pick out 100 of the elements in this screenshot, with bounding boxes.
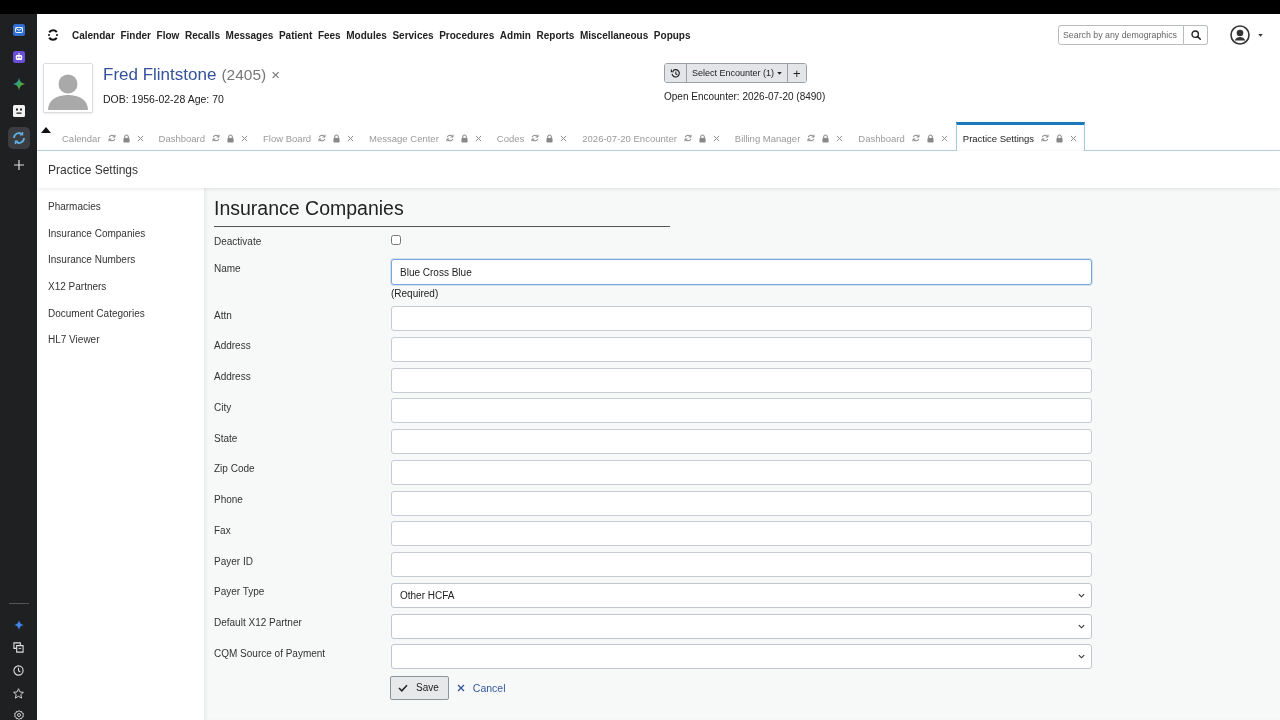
- close-icon[interactable]: [836, 134, 844, 142]
- robot-icon[interactable]: [12, 51, 25, 63]
- text-field[interactable]: [391, 306, 1092, 331]
- refresh-icon[interactable]: [683, 134, 692, 142]
- menu-item[interactable]: Reports: [536, 29, 575, 41]
- refresh-icon[interactable]: [445, 134, 454, 142]
- search-button[interactable]: [1184, 25, 1208, 45]
- nav-link[interactable]: Document Categories: [48, 306, 145, 320]
- close-icon[interactable]: [474, 134, 482, 142]
- plus-icon[interactable]: [13, 160, 24, 170]
- add-encounter-button[interactable]: +: [787, 64, 806, 82]
- menu-item[interactable]: Fees: [317, 29, 341, 41]
- text-field[interactable]: [391, 490, 1092, 516]
- menu-item[interactable]: Messages: [225, 29, 274, 41]
- close-icon[interactable]: [1070, 134, 1078, 142]
- lock-icon[interactable]: [546, 133, 554, 143]
- user-avatar-icon[interactable]: [1230, 25, 1250, 45]
- lock-icon[interactable]: [333, 133, 341, 143]
- lock-icon[interactable]: [1056, 133, 1064, 143]
- window-icon[interactable]: [13, 642, 24, 653]
- field-label: Fax: [214, 523, 231, 537]
- menu-item[interactable]: Procedures: [439, 29, 495, 41]
- close-icon[interactable]: [712, 134, 720, 142]
- text-field[interactable]: [391, 429, 1092, 454]
- tile-icon[interactable]: [12, 105, 25, 117]
- nav-link[interactable]: Insurance Companies: [48, 226, 146, 241]
- field-label: Attn: [214, 308, 232, 322]
- refresh-icon[interactable]: [107, 134, 116, 142]
- close-icon[interactable]: [136, 134, 144, 142]
- field-label: Address: [214, 370, 251, 383]
- check-icon: [398, 683, 408, 692]
- nav-link[interactable]: Insurance Numbers: [48, 253, 136, 267]
- refresh-icon[interactable]: [212, 134, 221, 142]
- sparkle-icon[interactable]: [12, 78, 25, 90]
- search-field[interactable]: Search by any demographics: [1058, 25, 1184, 45]
- text-field[interactable]: [391, 521, 1092, 547]
- menu-item[interactable]: Calendar: [72, 29, 115, 41]
- lock-icon[interactable]: [460, 133, 468, 143]
- lock-icon[interactable]: [122, 133, 130, 143]
- nav-link[interactable]: X12 Partners: [48, 280, 107, 294]
- tab[interactable]: Practice Settings: [955, 122, 1086, 151]
- page-title: Practice Settings: [48, 162, 139, 177]
- menu-item[interactable]: Miscellaneous: [579, 29, 649, 41]
- refresh-icon[interactable]: [807, 134, 816, 142]
- chevron-down-icon: [1078, 654, 1085, 660]
- menu-item[interactable]: Finder: [120, 29, 151, 41]
- mail-icon[interactable]: [12, 24, 25, 36]
- refresh-icon[interactable]: [531, 134, 540, 142]
- history-icon: [670, 67, 681, 79]
- menu-item[interactable]: Patient: [278, 29, 313, 41]
- lock-icon[interactable]: [822, 133, 830, 143]
- nav-link[interactable]: Pharmacies: [48, 200, 101, 214]
- save-button[interactable]: Save: [390, 675, 449, 700]
- gear-icon[interactable]: [13, 710, 24, 720]
- close-patient-button[interactable]: ×: [271, 66, 280, 83]
- deactivate-checkbox[interactable]: [391, 235, 401, 245]
- text-field[interactable]: Blue Cross Blue: [391, 259, 1092, 286]
- lock-icon[interactable]: [227, 133, 235, 143]
- avatar-placeholder: [43, 63, 93, 113]
- text-field[interactable]: [391, 398, 1092, 424]
- select-encounter-button[interactable]: Select Encounter (1): [686, 64, 788, 82]
- search-icon[interactable]: [1190, 30, 1201, 40]
- field-label: CQM Source of Payment: [214, 646, 326, 660]
- sparkle-icon[interactable]: [13, 619, 24, 630]
- star-icon[interactable]: [13, 688, 24, 699]
- lock-icon[interactable]: [926, 133, 934, 143]
- nav-link[interactable]: HL7 Viewer: [48, 333, 100, 347]
- patient-id: (2405): [221, 66, 267, 84]
- refresh-icon[interactable]: [1041, 134, 1050, 142]
- close-icon[interactable]: [241, 134, 249, 142]
- close-icon[interactable]: [940, 134, 948, 142]
- caret-down-icon[interactable]: [1258, 33, 1263, 37]
- field-label: Address: [214, 339, 251, 353]
- text-field[interactable]: [391, 459, 1092, 485]
- field-label: Default X12 Partner: [214, 616, 302, 629]
- menu-item[interactable]: Services: [392, 29, 434, 41]
- cancel-link[interactable]: Cancel: [456, 681, 506, 694]
- menu-item[interactable]: Recalls: [184, 29, 220, 41]
- menu-item[interactable]: Popups: [653, 29, 691, 41]
- collapse-caret-icon[interactable]: [41, 127, 51, 133]
- clock-icon[interactable]: [13, 665, 24, 676]
- text-field[interactable]: [391, 552, 1092, 577]
- required-note: (Required): [391, 287, 439, 301]
- menu-item[interactable]: Modules: [346, 29, 387, 41]
- refresh-icon[interactable]: [318, 134, 327, 142]
- caret-icon: [777, 71, 783, 75]
- menu-item[interactable]: Admin: [499, 29, 531, 41]
- text-field[interactable]: [391, 367, 1092, 393]
- close-icon[interactable]: [560, 134, 568, 142]
- patient-name-link[interactable]: Fred Flintstone: [103, 65, 217, 85]
- refresh-icon[interactable]: [911, 134, 920, 142]
- close-icon[interactable]: [347, 134, 355, 142]
- text-field[interactable]: [391, 336, 1092, 362]
- dropdown[interactable]: Other HCFA: [391, 582, 1092, 608]
- field-label: Phone: [214, 493, 243, 506]
- field-label: Name: [214, 261, 241, 275]
- menu-item[interactable]: Flow: [156, 29, 180, 41]
- lock-icon[interactable]: [698, 133, 706, 143]
- logo-icon[interactable]: [47, 29, 59, 41]
- history-button[interactable]: [665, 64, 686, 82]
